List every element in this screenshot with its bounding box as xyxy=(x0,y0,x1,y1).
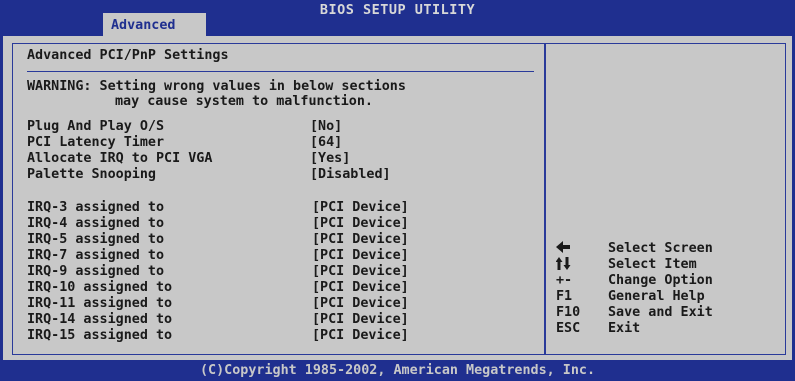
setting-label: Allocate IRQ to PCI VGA xyxy=(27,151,213,166)
copyright-footer: (C)Copyright 1985-2002, American Megatre… xyxy=(199,363,596,378)
page-title: Advanced PCI/PnP Settings xyxy=(27,48,229,63)
setting-label: PCI Latency Timer xyxy=(27,135,165,150)
help-desc: General Help xyxy=(608,289,705,304)
irq-label: IRQ-14 assigned to xyxy=(27,312,173,327)
setting-label: Palette Snooping xyxy=(27,167,156,182)
setting-value[interactable]: [No] xyxy=(310,119,342,134)
irq-value[interactable]: [PCI Device] xyxy=(312,296,409,311)
irq-value[interactable]: [PCI Device] xyxy=(312,280,409,295)
title-divider xyxy=(27,71,534,72)
up-down-arrow-icon xyxy=(555,257,596,274)
warning-text-line1: WARNING: Setting wrong values in below s… xyxy=(27,79,406,94)
main-panel: Advanced PCI/PnP Settings WARNING: Setti… xyxy=(3,36,792,360)
help-desc: Save and Exit xyxy=(608,305,713,320)
irq-label: IRQ-3 assigned to xyxy=(27,200,165,215)
irq-label: IRQ-9 assigned to xyxy=(27,264,165,279)
help-key: F1 xyxy=(556,289,573,304)
top-bar: BIOS SETUP UTILITY Advanced xyxy=(0,0,795,36)
help-desc: Select Screen xyxy=(608,241,713,256)
irq-label: IRQ-5 assigned to xyxy=(27,232,165,247)
irq-label: IRQ-15 assigned to xyxy=(27,328,173,343)
irq-value[interactable]: [PCI Device] xyxy=(312,248,409,263)
help-desc: Exit xyxy=(608,321,641,336)
help-key: ESC xyxy=(556,321,581,336)
help-key: +- xyxy=(556,273,573,288)
setting-value[interactable]: [64] xyxy=(310,135,342,150)
irq-value[interactable]: [PCI Device] xyxy=(312,312,409,327)
left-arrow-icon xyxy=(556,241,596,257)
irq-value[interactable]: [PCI Device] xyxy=(312,200,409,215)
irq-label: IRQ-4 assigned to xyxy=(27,216,165,231)
tab-advanced[interactable]: Advanced xyxy=(103,13,206,36)
help-desc: Select Item xyxy=(608,257,697,272)
irq-value[interactable]: [PCI Device] xyxy=(312,216,409,231)
help-desc: Change Option xyxy=(608,273,713,288)
irq-value[interactable]: [PCI Device] xyxy=(312,264,409,279)
help-key: F10 xyxy=(556,305,581,320)
setting-value[interactable]: [Disabled] xyxy=(310,167,391,182)
irq-label: IRQ-10 assigned to xyxy=(27,280,173,295)
irq-value[interactable]: [PCI Device] xyxy=(312,232,409,247)
setting-value[interactable]: [Yes] xyxy=(310,151,350,166)
warning-text-line2: may cause system to malfunction. xyxy=(115,94,373,109)
setting-label: Plug And Play O/S xyxy=(27,119,165,134)
irq-label: IRQ-7 assigned to xyxy=(27,248,165,263)
irq-label: IRQ-11 assigned to xyxy=(27,296,173,311)
irq-value[interactable]: [PCI Device] xyxy=(312,328,409,343)
